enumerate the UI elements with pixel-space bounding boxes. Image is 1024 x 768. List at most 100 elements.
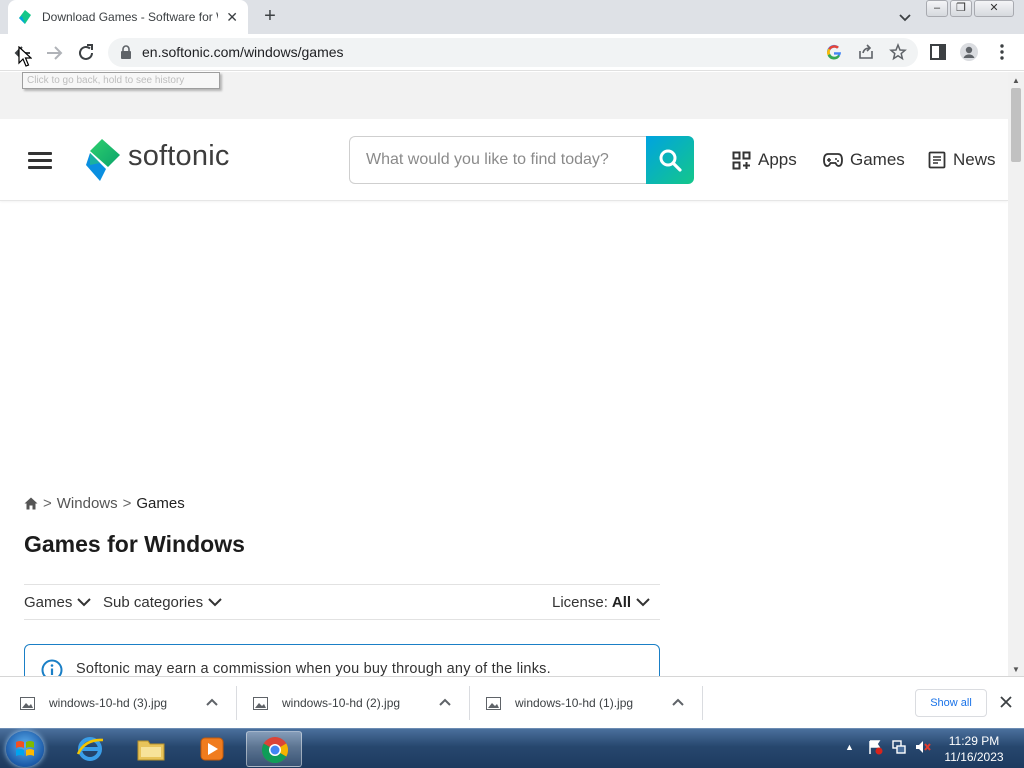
download-item[interactable]: windows-10-hd (1).jpg [486, 677, 665, 729]
breadcrumb-separator: > [122, 495, 132, 512]
new-tab-button[interactable]: + [260, 6, 280, 26]
gamepad-icon [823, 153, 843, 167]
internet-explorer-icon [76, 737, 104, 761]
download-item[interactable]: windows-10-hd (2).jpg [253, 677, 432, 729]
share-icon[interactable] [857, 43, 875, 61]
affiliate-notice: Softonic may earn a commission when you … [24, 644, 660, 676]
image-file-icon [20, 696, 35, 710]
breadcrumb-windows-link[interactable]: Windows [57, 495, 118, 512]
chevron-down-icon [636, 598, 650, 607]
page-viewport: softonic Apps Games [0, 72, 1008, 676]
windows-logo-icon [16, 741, 34, 756]
nav-news-label: News [953, 150, 996, 169]
browser-toolbar: en.softonic.com/windows/games [0, 34, 1024, 71]
softonic-logo-text[interactable]: softonic [128, 140, 230, 173]
page-title: Games for Windows [24, 531, 245, 557]
bookmark-star-icon[interactable] [889, 43, 907, 61]
site-search-box [349, 136, 647, 184]
divider [469, 686, 470, 720]
clock-time: 11:29 PM [948, 734, 1000, 748]
maximize-button[interactable]: ❐ [950, 0, 972, 17]
internet-explorer-taskbar-button[interactable] [62, 731, 118, 767]
hamburger-menu-icon[interactable] [28, 152, 52, 170]
browser-menu-icon[interactable] [992, 42, 1012, 62]
nav-news-link[interactable]: News [928, 148, 996, 172]
forward-arrow-icon[interactable] [43, 42, 65, 64]
download-filename: windows-10-hd (2).jpg [282, 696, 401, 710]
download-filename: windows-10-hd (3).jpg [49, 696, 168, 710]
license-filter-dropdown[interactable]: License: All [552, 594, 650, 611]
profile-avatar-icon[interactable] [959, 42, 979, 62]
back-button-tooltip: Click to go back, hold to see history [22, 72, 220, 89]
address-bar[interactable]: en.softonic.com/windows/games [108, 38, 918, 67]
clock-date: 11/16/2023 [944, 750, 1004, 764]
download-item[interactable]: windows-10-hd (3).jpg [20, 677, 199, 729]
download-filename: windows-10-hd (1).jpg [515, 696, 634, 710]
start-button[interactable] [6, 731, 44, 767]
news-icon [928, 151, 946, 169]
browser-tab-strip: Download Games - Software for Windows ✕ … [0, 0, 1024, 34]
folder-icon [137, 740, 165, 761]
file-explorer-taskbar-button[interactable] [123, 731, 179, 767]
nav-apps-label: Apps [758, 150, 797, 169]
system-clock[interactable]: 11:29 PM 11/16/2023 [938, 733, 1010, 765]
site-header: softonic Apps Games [0, 119, 1008, 201]
minimize-button[interactable]: – [926, 0, 948, 17]
games-filter-dropdown[interactable]: Games [24, 594, 92, 611]
side-panel-icon[interactable] [928, 42, 948, 62]
volume-muted-icon[interactable] [915, 739, 931, 755]
chevron-down-icon [208, 598, 222, 607]
chrome-icon [261, 737, 289, 764]
search-icon [659, 149, 682, 172]
window-controls: – ❐ ✕ [926, 0, 1014, 17]
tab-title: Download Games - Software for Windows [42, 10, 218, 24]
license-filter-label: License: [552, 594, 608, 611]
show-all-downloads-button[interactable]: Show all [915, 689, 987, 717]
tab-close-icon[interactable]: ✕ [226, 9, 238, 25]
scroll-down-arrow-icon[interactable]: ▼ [1012, 665, 1020, 674]
games-filter-label: Games [24, 594, 73, 611]
mouse-cursor-icon [18, 46, 32, 67]
media-player-taskbar-button[interactable] [184, 731, 240, 767]
network-icon[interactable] [891, 739, 907, 755]
home-icon[interactable] [24, 497, 38, 510]
softonic-logo-icon[interactable] [86, 139, 122, 181]
image-file-icon [486, 696, 501, 710]
tab-search-chevron-icon[interactable] [896, 8, 914, 26]
media-player-icon [200, 737, 224, 761]
google-icon[interactable] [825, 43, 843, 61]
windows-taskbar: ▲ 11:29 PM 11/16/2023 [0, 728, 1024, 768]
nav-apps-link[interactable]: Apps [732, 148, 797, 172]
divider [236, 686, 237, 720]
chevron-up-icon[interactable] [672, 697, 684, 707]
license-filter-value: All [611, 594, 632, 611]
browser-tab[interactable]: Download Games - Software for Windows ✕ [8, 0, 248, 34]
apps-grid-icon [732, 151, 751, 169]
softonic-favicon-icon [19, 10, 31, 24]
chevron-up-icon[interactable] [206, 697, 218, 707]
filter-bar: Games Sub categories License: All [24, 584, 660, 620]
chevron-down-icon [77, 598, 92, 607]
site-search-input[interactable] [366, 137, 624, 183]
chevron-up-icon[interactable] [439, 697, 451, 707]
chrome-taskbar-button[interactable] [246, 731, 302, 767]
subcategories-filter-dropdown[interactable]: Sub categories [103, 594, 222, 611]
breadcrumb-separator: > [43, 495, 52, 512]
url-text[interactable]: en.softonic.com/windows/games [142, 44, 344, 60]
nav-games-link[interactable]: Games [823, 148, 905, 172]
page-scrollbar[interactable]: ▲ ▼ [1008, 72, 1024, 676]
window-close-button[interactable]: ✕ [974, 0, 1014, 17]
scroll-up-arrow-icon[interactable]: ▲ [1012, 76, 1020, 85]
scroll-thumb[interactable] [1011, 88, 1021, 162]
reload-icon[interactable] [75, 42, 97, 64]
show-hidden-icons-arrow-icon[interactable]: ▲ [845, 742, 854, 752]
download-shelf: windows-10-hd (3).jpg windows-10-hd (2).… [0, 676, 1024, 728]
breadcrumb-games-current: Games [136, 495, 185, 512]
info-icon [41, 659, 63, 676]
breadcrumb: > Windows > Games [24, 495, 185, 512]
lock-icon[interactable] [120, 45, 132, 59]
action-center-flag-icon[interactable] [867, 739, 883, 755]
close-icon[interactable] [1000, 696, 1012, 708]
nav-games-label: Games [850, 150, 905, 169]
site-search-button[interactable] [646, 136, 694, 184]
